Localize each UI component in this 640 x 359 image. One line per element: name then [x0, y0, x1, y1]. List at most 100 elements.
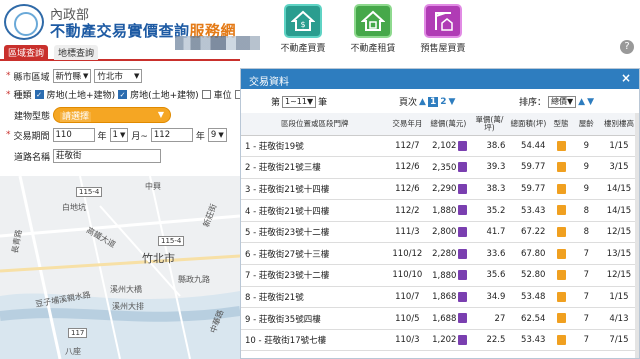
tab-landmark-search[interactable]: 地標查詢	[54, 45, 99, 60]
area-cell: 54.44	[508, 135, 549, 158]
total-price-cell: 2,290	[426, 178, 471, 201]
floor-cell: 14/15	[598, 178, 639, 201]
range-select[interactable]: 1~11 ▼	[282, 95, 317, 108]
table-row[interactable]: 5 - 莊敬街23號十二樓 111/3 2,800 41.7 67.22 8 12/15	[241, 221, 639, 244]
age-cell: 9	[573, 156, 599, 179]
type-cell	[548, 135, 574, 158]
kind-checkbox-3[interactable]	[201, 90, 211, 99]
area-cell: 67.22	[508, 221, 549, 244]
highway-shield: 115-4	[158, 236, 185, 246]
tab-area-search[interactable]: 區域查詢	[4, 45, 49, 60]
table-row[interactable]: 2 - 莊敬街21號三樓 112/6 2,350 39.3 59.77 9 3/15	[241, 156, 639, 179]
kind-checkbox-2[interactable]: ✓	[118, 90, 128, 99]
road-input[interactable]: 莊敬街	[53, 149, 162, 163]
kind-checkbox-1[interactable]: ✓	[34, 90, 44, 99]
district-select[interactable]: 竹北市 ▼	[94, 69, 143, 83]
from-year-suffix: 年	[97, 131, 107, 142]
table-row[interactable]: 7 - 莊敬街23號十二樓 110/10 1,880 35.6 52.80 7 12/15	[241, 264, 639, 287]
nav-presale-button[interactable]: 預售屋買賣	[412, 4, 474, 54]
table-row[interactable]: 10 - 莊敬街17號七樓 110/3 1,202 22.5 53.43 7 7/15	[241, 329, 639, 352]
ministry-logo[interactable]	[4, 4, 44, 40]
from-month-select[interactable]: 1 ▼	[109, 128, 129, 142]
panel-title: 交易資料	[249, 77, 289, 88]
building-type-select[interactable]: 請選擇 ▼	[53, 107, 172, 123]
nav-rent-button[interactable]: 不動產租賃	[342, 4, 404, 54]
type-cell	[548, 156, 574, 179]
page-number-next[interactable]: 2	[440, 97, 446, 107]
page-number-current[interactable]: 1	[427, 96, 439, 107]
residence-type-icon	[556, 248, 566, 259]
column-header[interactable]: 交易年月	[388, 113, 427, 136]
map-label: 八座	[65, 347, 81, 356]
prev-page-icon[interactable]: ▲	[419, 97, 426, 107]
table-row[interactable]: 8 - 莊敬街21號 110/7 1,868 34.9 53.48 7 1/15	[241, 286, 639, 309]
detail-icon[interactable]	[458, 183, 468, 194]
total-price-value: 1,688	[432, 313, 457, 324]
unit-price-cell: 38.6	[470, 135, 509, 158]
sort-select[interactable]: 總價 ▼	[548, 95, 577, 108]
table-row[interactable]: 3 - 莊敬街21號十四樓 112/6 2,290 38.3 59.77 9 14/15	[241, 178, 639, 201]
floor-cell: 4/13	[598, 307, 639, 330]
age-cell: 7	[573, 264, 599, 287]
floor-cell: 13/15	[598, 242, 639, 266]
residence-type-icon	[556, 334, 566, 345]
detail-icon[interactable]	[458, 226, 468, 237]
total-price-cell: 1,880	[426, 199, 471, 222]
floor-cell: 1/15	[598, 286, 639, 309]
total-price-value: 1,880	[432, 205, 457, 216]
panel-header: 交易資料 ×	[241, 69, 639, 89]
column-header[interactable]: 單價(萬/坪)	[470, 113, 509, 136]
table-row[interactable]: 4 - 莊敬街21號十四樓 112/2 1,880 35.2 53.43 8 14/15	[241, 199, 639, 222]
page-control: 頁次 ▲ 1 2 ▼	[399, 95, 455, 108]
column-header[interactable]: 總價(萬元)	[426, 113, 471, 136]
table-row[interactable]: 9 - 莊敬街35號四樓 110/5 1,688 27 62.54 7 4/13	[241, 307, 639, 330]
from-year-input[interactable]: 110	[52, 128, 95, 142]
column-header[interactable]: 總面積(坪)	[508, 113, 549, 136]
area-cell: 52.80	[508, 264, 549, 287]
area-cell: 59.77	[508, 156, 549, 179]
total-price-cell: 2,800	[426, 221, 471, 244]
to-year-suffix: 年	[195, 131, 205, 142]
help-icon[interactable]: ?	[620, 40, 634, 54]
county-select[interactable]: 新竹縣 ▼	[52, 69, 92, 83]
column-header[interactable]: 屋齡	[573, 113, 599, 136]
to-month-select[interactable]: 9 ▼	[207, 128, 227, 142]
total-price-value: 2,280	[432, 249, 457, 260]
page-label: 頁次	[399, 98, 418, 108]
column-header[interactable]: 型態	[548, 113, 574, 136]
sort-desc-icon[interactable]: ▼	[587, 97, 594, 107]
road-row: 道路名稱 莊敬街	[6, 149, 162, 163]
close-icon[interactable]: ×	[621, 71, 631, 85]
total-price-value: 1,880	[432, 270, 457, 281]
table-scrollbar[interactable]	[635, 113, 639, 358]
residence-type-icon	[556, 140, 566, 151]
table-row[interactable]: 1 - 莊敬街19號 112/7 2,102 38.6 54.44 9 1/15	[241, 135, 639, 158]
search-tabs: 區域查詢 地標查詢	[0, 45, 240, 61]
column-header[interactable]: 樓別樓高	[598, 113, 639, 136]
map-view[interactable]: 白地坑 高鐵大道 新莊街 溪州大橋 中興 長青路 縣政九路 豆子埔溪親水路 溪州…	[0, 176, 240, 359]
residence-type-icon	[556, 205, 566, 216]
detail-icon[interactable]	[458, 140, 468, 151]
required-mark: *	[6, 89, 11, 100]
sort-asc-icon[interactable]: ▲	[578, 97, 585, 107]
detail-icon[interactable]	[458, 270, 468, 281]
nav-buy-button[interactable]: $ 不動產買賣	[272, 4, 334, 54]
detail-icon[interactable]	[458, 313, 468, 324]
detail-icon[interactable]	[458, 162, 468, 173]
detail-icon[interactable]	[458, 334, 468, 345]
map-label: 縣政九路	[178, 275, 210, 284]
table-row[interactable]: 6 - 莊敬街27號十三樓 110/12 2,280 33.6 67.80 7 13/15	[241, 242, 639, 266]
next-page-icon[interactable]: ▼	[448, 97, 455, 107]
kind-option-2-label: 房地(土地+建物)	[130, 91, 199, 101]
to-year-input[interactable]: 112	[150, 128, 193, 142]
floor-cell: 12/15	[598, 264, 639, 287]
transaction-panel: 交易資料 × 第 1~11 ▼ 筆 頁次 ▲ 1 2 ▼ 排序： 總價 ▼ ▲ ▼ …	[240, 68, 640, 359]
detail-icon[interactable]	[458, 205, 468, 216]
detail-icon[interactable]	[458, 291, 468, 302]
detail-icon[interactable]	[458, 248, 468, 259]
unit-price-cell: 27	[470, 307, 509, 330]
column-header[interactable]: 區段位置或區段門牌	[241, 113, 389, 136]
range-control: 第 1~11 ▼ 筆	[271, 95, 327, 108]
nav-presale-label: 預售屋買賣	[420, 44, 466, 54]
table-header-row: 區段位置或區段門牌 交易年月 總價(萬元) 單價(萬/坪) 總面積(坪) 型態 …	[241, 113, 639, 136]
